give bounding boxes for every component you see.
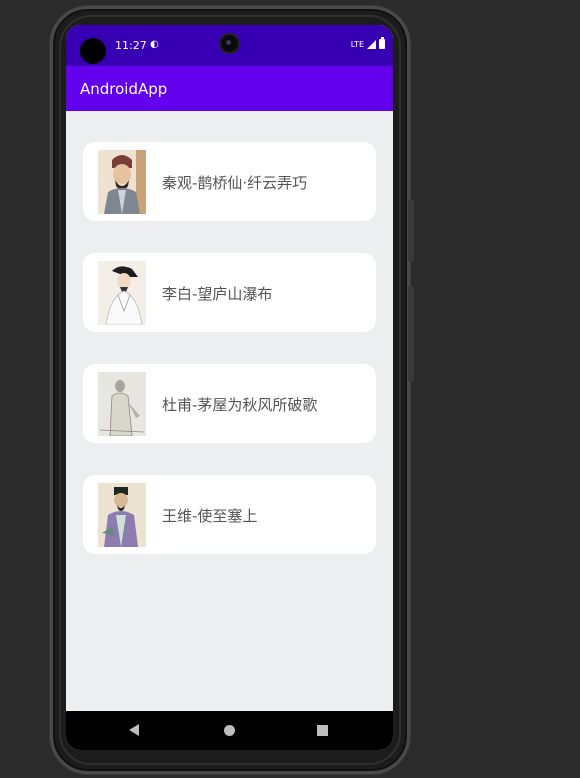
play-store-icon: ◐	[150, 39, 159, 50]
qin-guan-portrait-icon	[98, 150, 146, 214]
poem-card-wang-wei[interactable]: 王维-使至塞上	[83, 475, 376, 554]
battery-icon	[379, 37, 385, 49]
poem-title: 王维-使至塞上	[162, 507, 258, 525]
power-button[interactable]	[408, 200, 414, 262]
home-icon[interactable]	[224, 725, 235, 736]
camera-icon	[221, 35, 238, 52]
status-bar: 11:27 ◐ LTE	[66, 25, 393, 66]
volume-button[interactable]	[408, 286, 414, 382]
back-icon[interactable]	[129, 724, 139, 736]
poem-card-qin-guan[interactable]: 秦观-鹊桥仙·纤云弄巧	[83, 142, 376, 221]
poem-title: 秦观-鹊桥仙·纤云弄巧	[162, 174, 308, 192]
poem-card-li-bai[interactable]: 李白-望庐山瀑布	[83, 253, 376, 332]
poem-card-du-fu[interactable]: 杜甫-茅屋为秋风所破歌	[83, 364, 376, 443]
recents-icon[interactable]	[317, 725, 328, 736]
emulator-stage: 11:27 ◐ LTE AndroidApp 秦观-鹊桥仙·纤云弄巧 李白-望庐…	[0, 0, 580, 778]
li-bai-portrait-icon	[98, 261, 146, 325]
navigation-bar	[66, 711, 393, 750]
poem-list: 秦观-鹊桥仙·纤云弄巧 李白-望庐山瀑布 杜甫-茅屋为秋风所破歌 王维-使至塞上	[66, 111, 393, 711]
poem-title: 杜甫-茅屋为秋风所破歌	[162, 396, 318, 414]
wang-wei-portrait-icon	[98, 483, 146, 547]
app-bar: AndroidApp	[66, 66, 393, 111]
signal-icon	[367, 39, 376, 49]
phone-screen: 11:27 ◐ LTE AndroidApp 秦观-鹊桥仙·纤云弄巧 李白-望庐…	[66, 25, 393, 750]
app-title: AndroidApp	[80, 80, 168, 98]
du-fu-portrait-icon	[98, 372, 146, 436]
network-type: LTE	[350, 39, 364, 49]
status-indicators: LTE	[350, 37, 385, 49]
status-time: 11:27	[115, 39, 147, 52]
front-camera-cutout	[80, 38, 106, 64]
poem-title: 李白-望庐山瀑布	[162, 285, 273, 303]
